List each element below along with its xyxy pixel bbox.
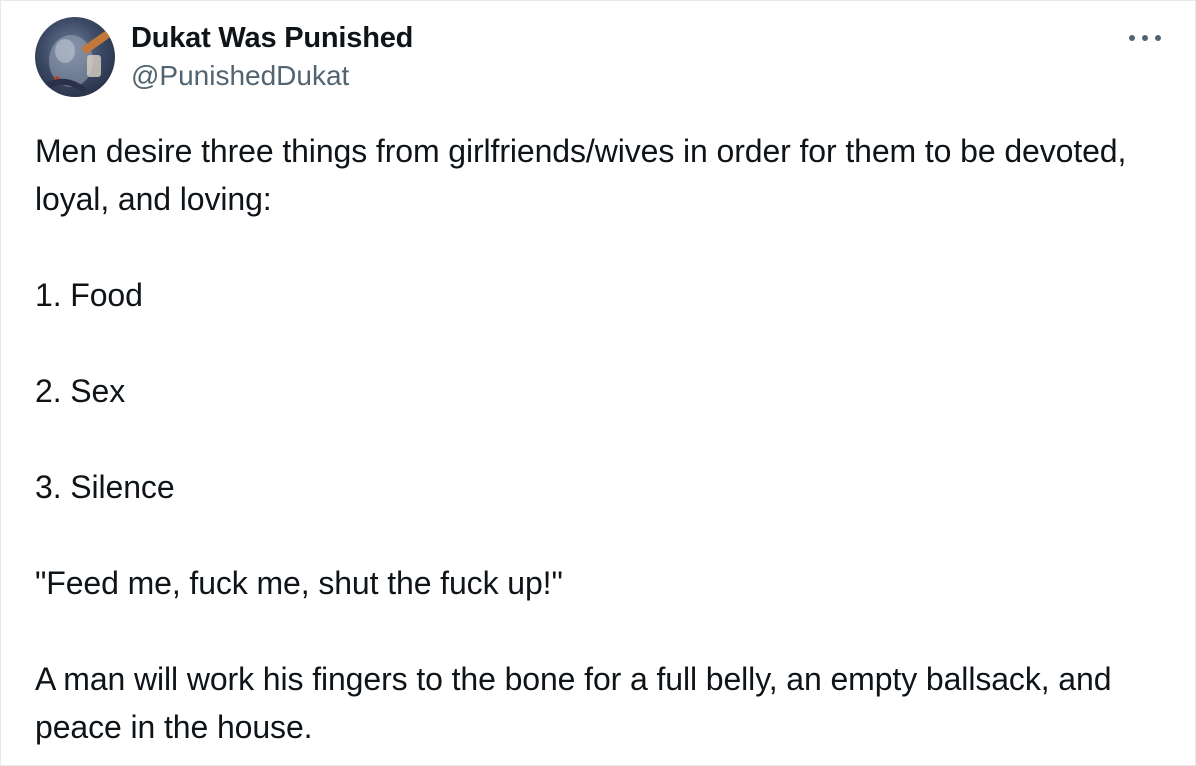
tweet-paragraph: Men desire three things from girlfriends… <box>35 133 1127 217</box>
tweet-text: Men desire three things from girlfriends… <box>35 127 1165 751</box>
tweet-header: Dukat Was Punished @PunishedDukat <box>35 17 413 97</box>
tweet-paragraph: 3. Silence <box>35 469 175 505</box>
avatar[interactable] <box>35 17 115 97</box>
tweet-paragraph: A man will work his fingers to the bone … <box>35 661 1112 745</box>
author-names: Dukat Was Punished @PunishedDukat <box>131 17 413 93</box>
tweet-paragraph: 1. Food <box>35 277 143 313</box>
avatar-image <box>43 31 110 94</box>
tweet-card: Dukat Was Punished @PunishedDukat Men de… <box>0 0 1196 766</box>
tweet-paragraph: 2. Sex <box>35 373 126 409</box>
tweet-paragraph: "Feed me, fuck me, shut the fuck up!" <box>35 565 563 601</box>
author-handle[interactable]: @PunishedDukat <box>131 59 413 93</box>
more-options-button[interactable] <box>1125 23 1165 53</box>
author-display-name[interactable]: Dukat Was Punished <box>131 21 413 55</box>
more-options-icon <box>1129 35 1161 41</box>
